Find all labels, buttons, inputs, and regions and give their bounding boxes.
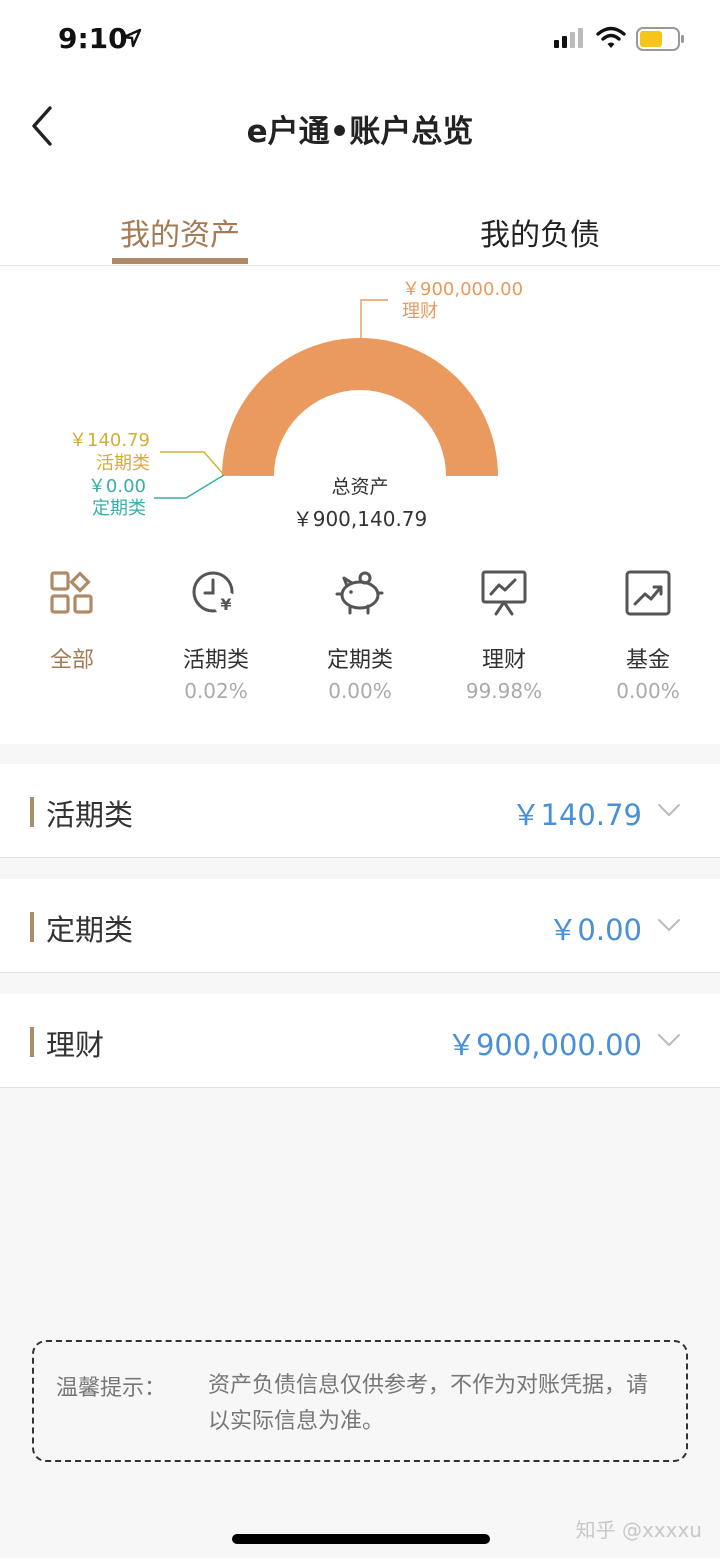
chevron-down-icon [658, 804, 680, 816]
clock-yen-icon: ¥ [192, 571, 238, 616]
row-marker [30, 797, 34, 827]
tip-text: 资产负债信息仅供参考，不作为对账凭据，请以实际信息为准。 [208, 1373, 649, 1434]
tip-title: 温馨提示： [56, 1376, 167, 1401]
category-percent: 0.00% [328, 679, 392, 703]
status-bar: 9:10 [0, 0, 720, 80]
chart-label-huoqi-value: ￥140.79 [69, 430, 150, 451]
category-licai[interactable]: 理财 99.98% [432, 546, 576, 744]
home-indicator [232, 1534, 490, 1544]
chart-label-licai-name: 理财 [402, 301, 438, 322]
asset-row-huoqi[interactable]: 活期类 ￥140.79 [0, 764, 720, 858]
nav-bar: e户通•账户总览 [0, 80, 720, 176]
category-huoqi[interactable]: ¥ 活期类 0.02% [144, 546, 288, 744]
row-label: 理财 [46, 1028, 105, 1062]
svg-text:¥: ¥ [220, 595, 231, 614]
category-percent: 0.02% [184, 679, 248, 703]
presentation-chart-icon [481, 570, 527, 616]
wifi-icon [596, 26, 626, 48]
asset-chart: ￥900,000.00 理财 ￥140.79 活期类 ￥0.00 定期类 总资产… [0, 266, 720, 546]
chevron-down-icon [658, 919, 680, 931]
active-tab-indicator [112, 258, 248, 264]
asset-row-dingqi[interactable]: 定期类 ￥0.00 [0, 879, 720, 973]
category-name: 全部 [49, 648, 94, 673]
category-name: 定期类 [326, 648, 393, 673]
trend-chart-icon [625, 570, 671, 616]
category-name: 基金 [625, 648, 670, 673]
category-percent: 99.98% [465, 679, 543, 703]
total-assets-label: 总资产 [331, 476, 389, 498]
tab-bar: 我的资产 我的负债 [0, 176, 720, 266]
category-name: 活期类 [182, 648, 249, 673]
tip-box: 温馨提示： 资产负债信息仅供参考，不作为对账凭据，请以实际信息为准。 [32, 1340, 688, 1462]
piggy-bank-icon [335, 571, 384, 615]
category-filter-bar: 全部 ¥ 活期类 0.02% 定期类 0.00% 理财 99.98% 基金 0.… [0, 546, 720, 744]
row-value: ￥900,000.00 [446, 1028, 642, 1062]
chart-label-licai-value: ￥900,000.00 [402, 279, 524, 300]
row-value: ￥0.00 [548, 913, 642, 947]
signal-icon [554, 28, 583, 48]
asset-row-licai[interactable]: 理财 ￥900,000.00 [0, 994, 720, 1088]
grid-icon [50, 571, 93, 614]
chevron-down-icon [658, 1034, 680, 1046]
page-title: e户通•账户总览 [246, 114, 474, 150]
status-time: 9:10 [58, 22, 128, 55]
row-marker [30, 912, 34, 942]
leader-line-licai [360, 299, 388, 338]
row-label: 定期类 [46, 913, 134, 947]
chart-slice-2 [222, 338, 499, 476]
row-label: 活期类 [46, 798, 134, 832]
location-arrow-icon [122, 28, 142, 48]
watermark: 知乎 @xxxxu [575, 1518, 702, 1542]
category-dingqi[interactable]: 定期类 0.00% [288, 546, 432, 744]
tab-my-liabilities[interactable]: 我的负债 [470, 210, 610, 254]
category-name: 理财 [481, 648, 526, 673]
row-marker [30, 1027, 34, 1057]
row-value: ￥140.79 [511, 798, 642, 832]
total-assets-value: ￥900,140.79 [292, 507, 428, 531]
category-fund[interactable]: 基金 0.00% [576, 546, 720, 744]
category-percent: 0.00% [616, 679, 680, 703]
category-all[interactable]: 全部 [0, 546, 144, 744]
battery-icon [636, 27, 684, 51]
tab-my-assets[interactable]: 我的资产 [112, 210, 248, 254]
